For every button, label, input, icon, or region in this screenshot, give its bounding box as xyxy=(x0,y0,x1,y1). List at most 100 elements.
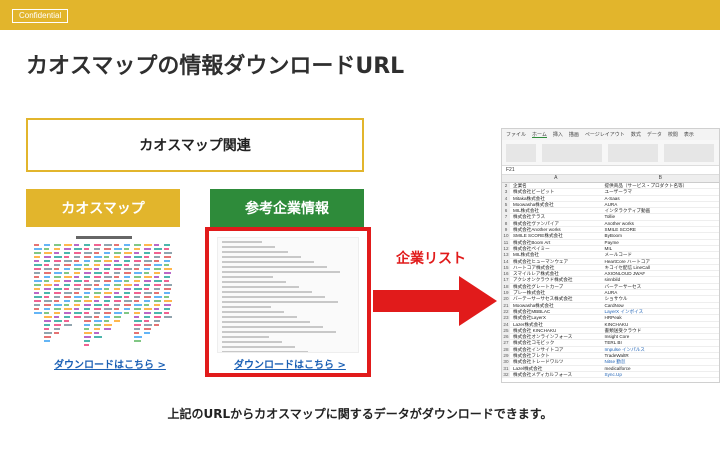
row-number: 29 xyxy=(502,353,510,359)
map-column-decoration xyxy=(64,244,72,328)
product-cell: Insight Core xyxy=(604,334,630,340)
thumbnail-line xyxy=(222,246,275,248)
thumbnail-line xyxy=(222,316,297,318)
formula-bar: F21 xyxy=(502,166,719,175)
row-number: 4 xyxy=(502,195,510,201)
thumbnail-line xyxy=(222,336,269,338)
thumbnail-line xyxy=(222,251,288,253)
column-header-row: A B xyxy=(502,175,719,183)
product-cell: TradeWaltR xyxy=(604,353,629,359)
company-name-cell: 株式会社メディカルフォース xyxy=(512,371,573,377)
column-a-header: A xyxy=(554,175,558,181)
product-cell: HRPeak xyxy=(604,315,622,321)
thumbnail-line xyxy=(222,296,325,298)
product-cell: ショサウル xyxy=(604,296,628,302)
thumbnail-title-bar xyxy=(76,236,132,239)
product-cell: Sync.Up xyxy=(604,371,622,377)
company-name-cell: Mitaka株式会社 xyxy=(512,195,545,201)
table-row: 32 株式会社メディカルフォース Sync.Up xyxy=(502,371,719,379)
company-name-cell: プレー株式会社 xyxy=(512,290,546,296)
map-column-decoration xyxy=(74,244,82,320)
map-column-decoration xyxy=(94,244,102,340)
row-number: 6 xyxy=(502,208,510,214)
row-number: 21 xyxy=(502,302,510,308)
chaosmap-download-link[interactable]: ダウンロードはこちら > xyxy=(54,356,166,371)
row-number: 20 xyxy=(502,296,510,302)
company-name-cell: ハートコア株式会社 xyxy=(512,264,555,270)
company-name-cell: 株式会社ビーピット xyxy=(512,189,555,195)
map-column-decoration xyxy=(54,244,62,336)
company-info-download-link[interactable]: ダウンロードはこちら > xyxy=(234,356,346,371)
product-cell: インタラクティブ動画 xyxy=(604,208,651,214)
product-cell: Tollie xyxy=(604,214,616,220)
product-cell: ByBoom xyxy=(604,233,622,239)
thumbnail-line xyxy=(222,321,310,323)
map-column-decoration xyxy=(134,244,142,344)
thumbnail-line xyxy=(222,301,338,303)
map-column-decoration xyxy=(154,244,162,328)
row-number: 11 xyxy=(502,239,510,245)
product-cell: SMILE SCORE xyxy=(604,227,636,233)
confidential-badge: Confidential xyxy=(12,9,69,23)
ribbon-tab: 数式 xyxy=(630,132,641,138)
ribbon-tab: 描画 xyxy=(568,132,579,138)
sheet-rows: 2 企業名 提供商品（サービス・プロダクト名等） 3 株式会社ビーピット ユーザーラマ 4 M… xyxy=(502,183,719,379)
company-name-cell: 株式会社グレートカーブ xyxy=(512,283,564,289)
row-number: 10 xyxy=(502,233,510,239)
ribbon-tab: 挿入 xyxy=(552,132,563,138)
product-cell: KINCHAKU xyxy=(604,321,629,327)
row-number: 2 xyxy=(502,183,510,189)
company-name-cell: 株式会社 KINCHAKU xyxy=(512,327,557,333)
ribbon-tab: ホーム xyxy=(532,132,547,138)
thumbnail-line xyxy=(222,306,271,308)
row-number: 5 xyxy=(502,201,510,208)
row-number: 31 xyxy=(502,365,510,371)
product-cell: AURA xyxy=(604,201,618,207)
ribbon-tab: 表示 xyxy=(683,132,694,138)
company-name-cell: バーテーサーサセス株式会社 xyxy=(512,296,573,302)
company-list-thumbnail xyxy=(217,237,359,353)
company-name-cell: 株式会社LayerX xyxy=(512,315,546,321)
company-name-cell: 株式会社ペイミー xyxy=(512,245,550,251)
product-cell: sinnbild xyxy=(604,277,621,283)
row-number: 3 xyxy=(502,189,510,195)
map-column-decoration xyxy=(164,244,172,320)
bottom-caption: 上記のURLからカオスマップに関するデータがダウンロードできます。 xyxy=(167,407,553,421)
row-number: 27 xyxy=(502,340,510,346)
top-header-bar: Confidential xyxy=(0,0,720,30)
spreadsheet-preview: ファイル ホーム 挿入 描画 ページレイアウト 数式 データ 校閲 表示 F21 A B 2 企業… xyxy=(501,128,720,383)
product-cell: Payme xyxy=(604,239,619,245)
company-name-cell: 株式会社MBBLAC xyxy=(512,308,551,314)
row-number: 15 xyxy=(502,264,510,271)
row-number: 14 xyxy=(502,258,510,264)
row-number: 26 xyxy=(502,334,510,340)
thumbnail-line xyxy=(222,241,262,243)
product-cell: キコイセ配信 LineCall xyxy=(604,264,650,270)
thumbnail-line xyxy=(222,286,299,288)
company-name-cell: Moowasha株式会社 xyxy=(512,201,554,207)
row-number: 24 xyxy=(502,321,510,327)
company-name-cell: MIL株式会社 xyxy=(512,252,540,258)
column-b-header: B xyxy=(658,175,662,181)
map-column-decoration xyxy=(114,244,122,324)
product-cell: LayerX インボイス xyxy=(604,308,644,314)
ribbon-tab: ファイル xyxy=(506,132,527,138)
company-name-cell: 株式会社フレクト xyxy=(512,353,550,359)
thumbnail-line xyxy=(222,271,340,273)
company-name-cell: アクシオンクラウド株式会社 xyxy=(512,277,573,283)
row-number: 28 xyxy=(502,346,510,353)
company-name-cell: 株式会社テラス xyxy=(512,214,546,220)
product-cell: 提供商品（サービス・プロダクト名等） xyxy=(604,183,688,188)
company-name-cell: 株式会社Boom Art xyxy=(512,239,551,245)
company-name-cell: 株式会社オンラインフォース xyxy=(512,334,573,340)
product-cell: MIL xyxy=(604,245,613,251)
product-cell: AXIONLOUD JWAF xyxy=(604,271,646,277)
chaosmap-label: カオスマップ xyxy=(26,189,180,227)
product-cell: A-Saas xyxy=(604,195,620,201)
product-cell: TERL BI xyxy=(604,340,622,346)
ribbon-toolbar xyxy=(502,140,719,166)
row-number: 17 xyxy=(502,277,510,283)
thumbnail-line xyxy=(222,291,312,293)
product-cell: medicalforce xyxy=(604,365,631,371)
thumbnail-line xyxy=(222,351,308,352)
